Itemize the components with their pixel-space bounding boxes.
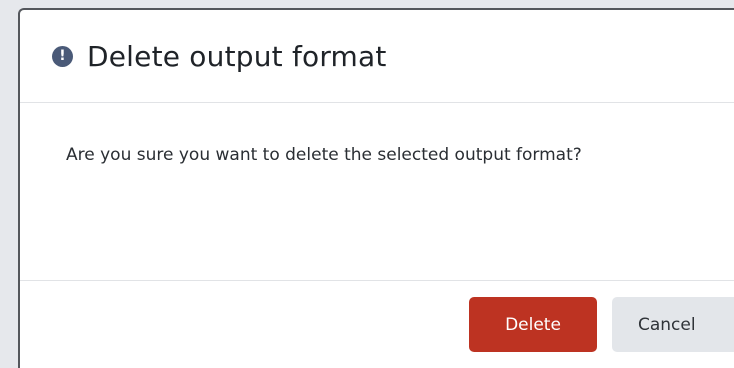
dialog-header: ! Delete output format bbox=[20, 10, 734, 103]
exclamation-circle-icon: ! bbox=[52, 45, 73, 67]
delete-output-format-dialog: ! Delete output format Are you sure you … bbox=[18, 8, 734, 368]
cancel-button[interactable]: Cancel bbox=[612, 297, 734, 352]
dialog-title: Delete output format bbox=[87, 39, 387, 73]
dialog-footer: Delete Cancel bbox=[20, 281, 734, 368]
dialog-message: Are you sure you want to delete the sele… bbox=[66, 145, 582, 165]
dialog-body: Are you sure you want to delete the sele… bbox=[20, 103, 734, 281]
delete-button[interactable]: Delete bbox=[469, 297, 597, 352]
